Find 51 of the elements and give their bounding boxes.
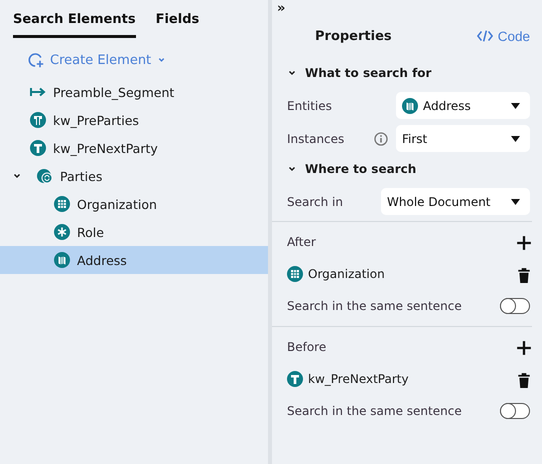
toggle-label: Search in the same sentence: [287, 404, 462, 418]
add-button[interactable]: [516, 235, 530, 249]
expand-toggle[interactable]: »: [277, 2, 286, 16]
caret-icon: [511, 102, 520, 108]
dropdown[interactable]: Whole Document: [381, 188, 530, 215]
toggle-label: Search in the same sentence: [287, 299, 462, 313]
grid-icon: [287, 266, 303, 282]
trash-icon: [516, 267, 532, 283]
asterisk-icon: [54, 224, 70, 240]
element-name: kw_PreNextParty: [308, 372, 410, 386]
dropdown[interactable]: First: [396, 125, 530, 152]
tree-item[interactable]: Role: [0, 218, 268, 246]
caret-icon: [511, 198, 520, 204]
code-link[interactable]: Code: [476, 28, 530, 44]
tree-item[interactable]: Preamble_Segment: [0, 78, 268, 106]
tree-item[interactable]: Address: [0, 246, 268, 274]
delete-button[interactable]: [516, 372, 530, 386]
tree-item[interactable]: kw_PreNextParty: [0, 134, 268, 162]
grid-icon: [54, 196, 70, 212]
tab[interactable]: Fields: [156, 10, 200, 38]
field-label: Entities: [287, 98, 333, 112]
tree-item[interactable]: Parties: [0, 162, 268, 190]
map-icon: [54, 252, 70, 268]
field-label: Search in: [287, 194, 344, 208]
plus-icon: [516, 340, 532, 356]
tree-item[interactable]: Organization: [0, 190, 268, 218]
text-icon: [287, 371, 303, 387]
section-title: Where to search: [305, 162, 416, 176]
tree-item[interactable]: kw_PreParties: [0, 106, 268, 134]
panel-title: Properties: [315, 28, 392, 44]
caret-icon: [511, 136, 520, 142]
map-icon: [402, 98, 418, 114]
add-circle-icon: [28, 52, 44, 68]
group-icon: [37, 168, 53, 184]
section-label: After: [287, 235, 316, 249]
text-icon: [30, 140, 46, 156]
toggle-switch[interactable]: [500, 403, 530, 419]
dropdown[interactable]: Address: [396, 92, 530, 119]
code-icon: [476, 28, 493, 44]
trash-icon: [516, 372, 532, 388]
add-button[interactable]: [516, 340, 530, 354]
keyword-icon: [30, 112, 46, 128]
tab[interactable]: Search Elements: [13, 10, 136, 38]
toggle-switch[interactable]: [500, 298, 530, 314]
create-element-button[interactable]: Create Element: [28, 52, 166, 68]
delete-button[interactable]: [516, 267, 530, 281]
plus-icon: [516, 235, 532, 251]
field-label: Instances: [287, 132, 346, 146]
section-title: What to search for: [305, 66, 432, 80]
section-label: Before: [287, 340, 326, 354]
element-name: Organization: [308, 267, 386, 281]
